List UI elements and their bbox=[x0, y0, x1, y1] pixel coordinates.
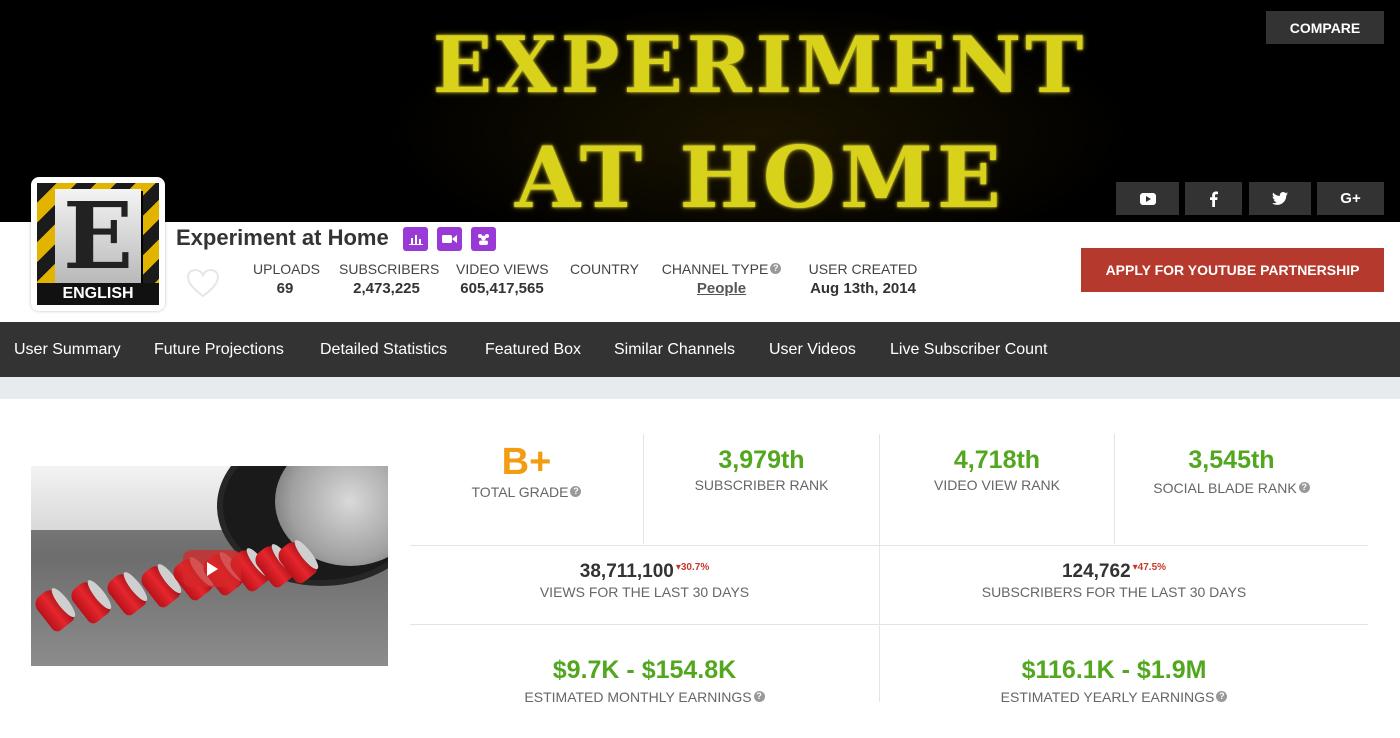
uploads-stat: UPLOADS 69 bbox=[253, 261, 320, 297]
favorite-heart-icon[interactable] bbox=[186, 268, 220, 303]
help-icon[interactable]: ? bbox=[570, 486, 582, 497]
video-views-stat: VIDEO VIEWS 605,417,565 bbox=[456, 261, 549, 297]
help-icon[interactable]: ? bbox=[753, 691, 765, 702]
avatar-language-label: ENGLISH bbox=[37, 283, 159, 305]
channel-type-link[interactable]: People bbox=[697, 280, 746, 297]
google-plus-icon: G+ bbox=[1340, 190, 1361, 207]
views-30-days-cell: 38,711,100 ▾30.7% VIEWS FOR THE LAST 30 D… bbox=[410, 561, 879, 600]
video-camera-icon[interactable] bbox=[437, 227, 462, 251]
video-can bbox=[67, 578, 113, 626]
compare-button[interactable]: COMPARE bbox=[1266, 11, 1384, 44]
video-views-value: 605,417,565 bbox=[460, 280, 544, 297]
subscriber-rank-value: 3,979th bbox=[718, 446, 805, 474]
country-label: COUNTRY bbox=[570, 261, 639, 277]
banner-title-line-2: AT HOME bbox=[515, 128, 1005, 222]
channel-avatar[interactable]: E ENGLISH bbox=[31, 177, 165, 311]
youtube-icon bbox=[1139, 192, 1156, 205]
channel-type-label: CHANNEL TYPE bbox=[661, 261, 769, 277]
banner-title-line-1: EXPERIMENT bbox=[432, 20, 1088, 111]
google-plus-link[interactable]: G+ bbox=[1317, 182, 1384, 215]
total-grade-cell: B+ TOTAL GRADE? bbox=[410, 443, 643, 500]
avatar-image: E ENGLISH bbox=[37, 183, 159, 305]
nav-live-subscriber-count[interactable]: Live Subscriber Count bbox=[890, 322, 1047, 377]
help-icon[interactable]: ? bbox=[1216, 691, 1228, 702]
grid-divider bbox=[410, 545, 1368, 546]
monthly-earnings-cell: $9.7K - $154.8K ESTIMATED MONTHLY EARNIN… bbox=[410, 656, 879, 705]
video-view-rank-value: 4,718th bbox=[953, 446, 1041, 474]
subs-30-days-label: SUBSCRIBERS FOR THE LAST 30 DAYS bbox=[981, 584, 1247, 600]
yearly-earnings-label: ESTIMATED YEARLY EARNINGS bbox=[1000, 689, 1215, 705]
chart-icon[interactable] bbox=[403, 227, 428, 251]
play-icon[interactable] bbox=[183, 550, 241, 587]
video-view-rank-label: VIDEO VIEW RANK bbox=[933, 477, 1061, 493]
help-icon[interactable]: ? bbox=[1298, 482, 1310, 493]
social-blade-rank-value: 3,545th bbox=[1188, 446, 1275, 474]
video-view-rank-cell: 4,718th VIDEO VIEW RANK bbox=[880, 446, 1114, 493]
user-created-stat: USER CREATED Aug 13th, 2014 bbox=[806, 261, 920, 297]
nav-user-videos[interactable]: User Videos bbox=[769, 322, 856, 377]
group-icon[interactable] bbox=[471, 227, 496, 251]
uploads-label: UPLOADS bbox=[253, 261, 320, 277]
twitter-icon bbox=[1272, 192, 1288, 205]
yearly-earnings-cell: $116.1K - $1.9M ESTIMATED YEARLY EARNING… bbox=[880, 656, 1348, 705]
facebook-icon bbox=[1210, 191, 1218, 207]
monthly-earnings-label: ESTIMATED MONTHLY EARNINGS bbox=[524, 689, 752, 705]
banner-art: EXPERIMENT AT HOME bbox=[380, 0, 1140, 222]
subs-30-days-delta: ▾47.5% bbox=[1132, 562, 1167, 573]
video-views-label: VIDEO VIEWS bbox=[456, 261, 549, 277]
nav-featured-box[interactable]: Featured Box bbox=[485, 322, 581, 377]
social-blade-rank-cell: 3,545th SOCIAL BLADE RANK? bbox=[1115, 446, 1348, 496]
subscribers-value: 2,473,225 bbox=[353, 280, 420, 297]
featured-video-thumbnail[interactable] bbox=[31, 466, 388, 666]
twitter-link[interactable] bbox=[1249, 182, 1311, 215]
social-blade-rank-label: SOCIAL BLADE RANK bbox=[1153, 480, 1297, 496]
total-grade-value: B+ bbox=[501, 441, 552, 483]
help-icon[interactable]: ? bbox=[770, 263, 782, 274]
yearly-earnings-value: $116.1K - $1.9M bbox=[1021, 656, 1207, 684]
subscriber-rank-label: SUBSCRIBER RANK bbox=[694, 477, 829, 493]
grid-divider bbox=[410, 624, 1368, 625]
subscribers-stat: SUBSCRIBERS 2,473,225 bbox=[339, 261, 440, 297]
avatar-letter: E bbox=[55, 189, 141, 283]
nav-user-summary[interactable]: User Summary bbox=[14, 322, 121, 377]
nav-future-projections[interactable]: Future Projections bbox=[154, 322, 284, 377]
user-created-label: USER CREATED bbox=[808, 261, 918, 277]
facebook-link[interactable] bbox=[1185, 182, 1242, 215]
total-grade-label: TOTAL GRADE bbox=[471, 484, 569, 500]
video-can bbox=[31, 586, 77, 634]
views-30-days-delta: ▾30.7% bbox=[675, 562, 710, 573]
subs-30-days-value: 124,762 bbox=[1061, 561, 1131, 582]
views-30-days-value: 38,711,100 bbox=[579, 561, 674, 582]
user-created-value: Aug 13th, 2014 bbox=[810, 280, 916, 297]
subscriber-rank-cell: 3,979th SUBSCRIBER RANK bbox=[644, 446, 879, 493]
uploads-value: 69 bbox=[276, 280, 294, 297]
main-nav: User Summary Future Projections Detailed… bbox=[0, 322, 1400, 377]
views-30-days-label: VIEWS FOR THE LAST 30 DAYS bbox=[539, 584, 750, 600]
channel-type-stat: CHANNEL TYPE? People bbox=[658, 261, 785, 297]
subs-30-days-cell: 124,762 ▾47.5% SUBSCRIBERS FOR THE LAST 3… bbox=[880, 561, 1348, 600]
apply-partnership-button[interactable]: APPLY FOR YOUTUBE PARTNERSHIP bbox=[1081, 248, 1384, 292]
nav-detailed-statistics[interactable]: Detailed Statistics bbox=[320, 322, 447, 377]
nav-similar-channels[interactable]: Similar Channels bbox=[614, 322, 735, 377]
monthly-earnings-value: $9.7K - $154.8K bbox=[552, 656, 737, 684]
subscribers-label: SUBSCRIBERS bbox=[339, 261, 440, 277]
youtube-link[interactable] bbox=[1116, 182, 1179, 215]
country-stat: COUNTRY bbox=[570, 261, 639, 280]
nav-divider-strip bbox=[0, 377, 1400, 399]
channel-name: Experiment at Home bbox=[176, 225, 389, 250]
